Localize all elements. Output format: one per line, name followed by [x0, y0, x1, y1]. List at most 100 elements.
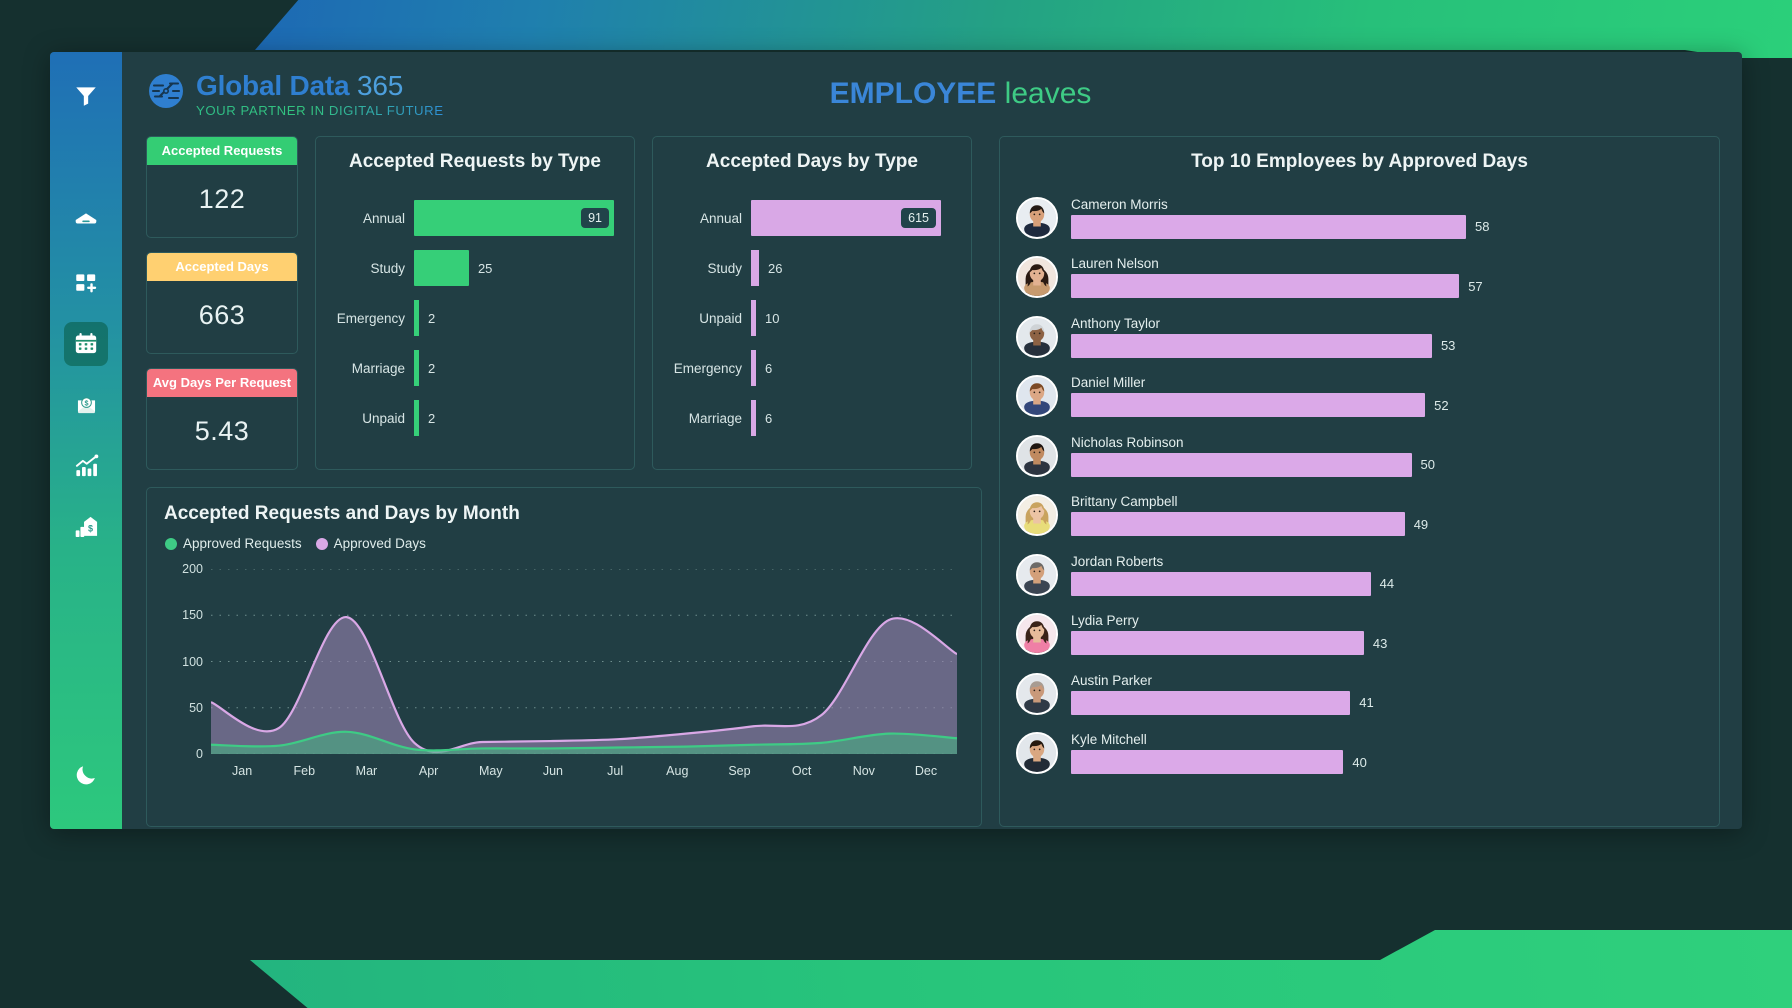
home-icon	[73, 209, 99, 235]
bar-row[interactable]: Emergency 2	[322, 293, 618, 343]
employee-name: Cameron Morris	[1071, 196, 1168, 212]
bar-track: 6	[751, 400, 955, 436]
employee-row[interactable]: Austin Parker 41	[1016, 664, 1697, 724]
employee-name: Anthony Taylor	[1071, 315, 1161, 331]
employee-bar-fill	[1071, 333, 1432, 358]
kpi-label: Avg Days Per Request	[147, 369, 297, 397]
bar-value-label: 2	[428, 360, 436, 376]
employee-info: Austin Parker 41	[1071, 673, 1697, 715]
bar-fill	[414, 350, 419, 386]
employee-row[interactable]: Jordan Roberts 44	[1016, 545, 1697, 605]
employee-bar-fill	[1071, 393, 1426, 418]
y-axis-tick-label: 150	[182, 608, 203, 623]
bar-value-label: 2	[428, 310, 436, 326]
legend-color-swatch	[165, 537, 177, 550]
bar-track: 10	[751, 300, 955, 336]
theme-toggle-button[interactable]	[50, 762, 122, 793]
kpi-card-accepted-days[interactable]: Accepted Days 663	[146, 252, 298, 354]
bar-value-label: 6	[765, 360, 773, 376]
bar-category-label: Study	[370, 260, 405, 276]
avatar	[1016, 494, 1058, 537]
employee-row[interactable]: Kyle Mitchell 40	[1016, 724, 1697, 784]
bar-track: 2	[414, 400, 618, 436]
employee-row[interactable]: Lauren Nelson 57	[1016, 248, 1697, 308]
employee-info: Jordan Roberts 44	[1071, 554, 1697, 596]
employee-days-value: 52	[1434, 397, 1449, 413]
sidebar-item-filter[interactable]	[64, 74, 108, 118]
employee-bar-row: 58	[1071, 214, 1697, 239]
legend-item-approved-requests[interactable]: Approved Requests	[165, 536, 302, 551]
sidebar-item-analytics[interactable]	[64, 444, 108, 488]
brand-name-primary: Global Data	[196, 70, 350, 102]
avatar	[1016, 672, 1058, 715]
background-banner-bottom	[250, 930, 1792, 1008]
panel-title: Accepted Days by Type	[706, 151, 918, 172]
bar-value-label: 10	[765, 310, 780, 326]
bar-fill	[751, 300, 756, 336]
employee-list: Cameron Morris 58 Lauren Nelson 57 Anthony T…	[1000, 179, 1719, 783]
avatar	[1016, 613, 1058, 656]
panel-title: Accepted Requests by Type	[348, 151, 601, 172]
x-axis-tick-label: Sep	[728, 764, 751, 778]
bar-row[interactable]: Emergency 6	[659, 343, 955, 393]
y-axis-tick-label: 200	[182, 562, 203, 576]
employee-name: Jordan Roberts	[1071, 553, 1164, 569]
employee-name: Nicholas Robinson	[1071, 434, 1184, 450]
bar-row[interactable]: Marriage 6	[659, 393, 955, 443]
dashboard-grid: Accepted Requests 122 Accepted Days 663 …	[146, 136, 1720, 827]
employee-bar-row: 41	[1071, 690, 1697, 715]
bar-track: 91	[414, 200, 618, 236]
x-axis-labels: Jan Feb Mar Apr May Jun Jul Aug Sep Oct Nov Dec	[211, 764, 957, 778]
bar-value-label: 2	[428, 410, 436, 426]
employee-row[interactable]: Brittany Campbell 49	[1016, 486, 1697, 546]
bar-track: 615	[751, 200, 955, 236]
x-axis-tick-label: Feb	[293, 764, 316, 778]
sidebar-item-calendar[interactable]	[64, 322, 108, 366]
employee-info: Brittany Campbell 49	[1071, 494, 1697, 537]
sidebar-item-finance[interactable]: $	[64, 505, 108, 549]
employee-name: Lydia Perry	[1071, 613, 1139, 629]
bar-fill	[414, 250, 469, 286]
employee-row[interactable]: Nicholas Robinson 50	[1016, 426, 1697, 486]
legend-item-approved-days[interactable]: Approved Days	[315, 536, 426, 551]
employee-row[interactable]: Lydia Perry 43	[1016, 605, 1697, 665]
employee-row[interactable]: Anthony Taylor 53	[1016, 307, 1697, 367]
kpi-card-accepted-requests[interactable]: Accepted Requests 122	[146, 136, 298, 238]
finance-building-icon: $	[73, 514, 100, 541]
employee-row[interactable]: Cameron Morris 58	[1016, 188, 1697, 248]
employee-bar-row: 57	[1071, 274, 1697, 299]
employee-name: Lauren Nelson	[1071, 256, 1159, 272]
employee-bar-row: 53	[1071, 333, 1697, 358]
panel-requests-days-by-month: Accepted Requests and Days by Month Appr…	[146, 487, 982, 827]
area-chart-svg	[211, 569, 957, 754]
kpi-card-avg-days-per-request[interactable]: Avg Days Per Request 5.43	[146, 368, 298, 470]
sidebar-item-dashboard-add[interactable]	[64, 261, 108, 305]
bar-value-badge: 91	[581, 208, 609, 228]
legend-label: Approved Requests	[183, 536, 302, 551]
employee-days-value: 58	[1475, 219, 1490, 235]
bar-category-label: Study	[707, 260, 742, 276]
employee-days-value: 49	[1413, 516, 1429, 532]
employee-bar-fill	[1071, 571, 1371, 596]
employee-row[interactable]: Daniel Miller 52	[1016, 367, 1697, 427]
sidebar-item-home[interactable]	[64, 200, 108, 244]
panel-top-employees: Top 10 Employees by Approved Days Camero…	[999, 136, 1720, 827]
bar-row[interactable]: Study 26	[659, 243, 955, 293]
y-axis-tick-label: 0	[196, 747, 203, 761]
payroll-envelope-dollar-icon: $	[73, 392, 100, 419]
bar-row[interactable]: Annual 91	[322, 193, 618, 243]
bar-row[interactable]: Study 25	[322, 243, 618, 293]
legend-color-swatch	[315, 537, 328, 550]
x-axis-tick-label: Dec	[914, 764, 938, 778]
bar-row[interactable]: Marriage 2	[322, 343, 618, 393]
svg-text:$: $	[84, 398, 88, 407]
employee-bar-row: 52	[1071, 393, 1697, 418]
x-axis-tick-label: Jan	[232, 764, 253, 778]
bar-row[interactable]: Annual 615	[659, 193, 955, 243]
bar-row[interactable]: Unpaid 2	[322, 393, 618, 443]
employee-days-value: 53	[1440, 338, 1456, 354]
employee-name: Austin Parker	[1071, 672, 1153, 688]
bar-row[interactable]: Unpaid 10	[659, 293, 955, 343]
sidebar-item-payroll[interactable]: $	[64, 383, 108, 427]
bar-fill: 91	[414, 200, 614, 236]
